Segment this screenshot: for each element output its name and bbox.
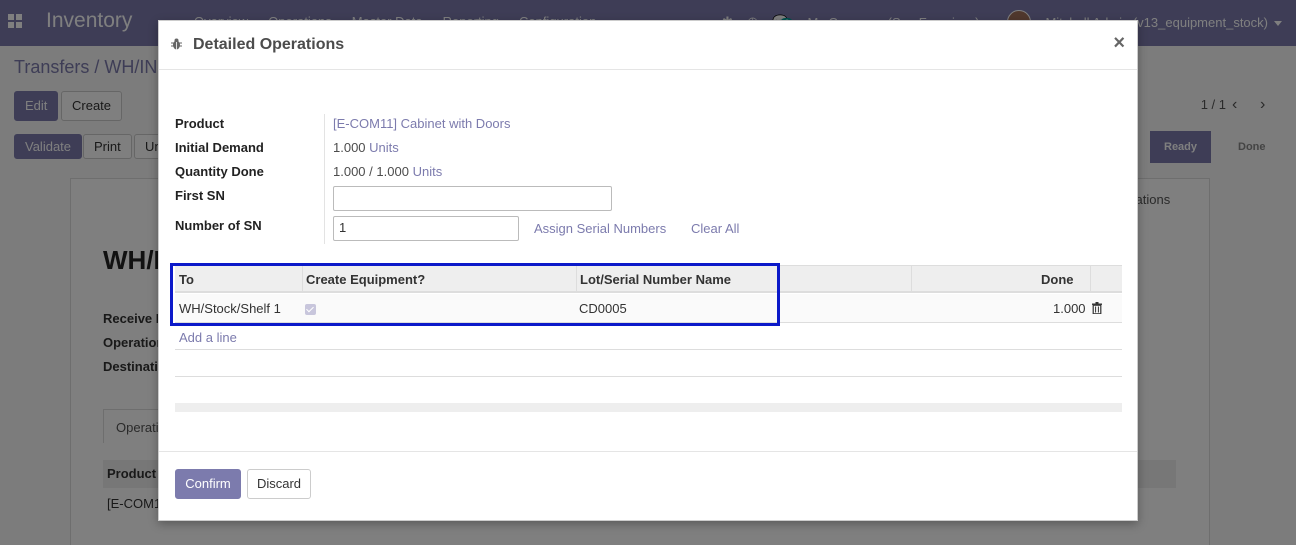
quantity-done-label: Quantity Done <box>175 164 264 179</box>
first-sn-input[interactable] <box>333 186 612 211</box>
confirm-button[interactable]: Confirm <box>175 469 241 499</box>
quantity-done-total: 1.000 <box>376 164 409 179</box>
initial-demand-quantity: 1.000 <box>333 140 366 155</box>
column-divider <box>1090 266 1091 292</box>
column-done[interactable]: Done <box>1041 272 1074 287</box>
dialog-footer: Confirm Discard <box>159 451 1137 521</box>
dialog-header: Detailed Operations × <box>159 21 1137 70</box>
clear-all-button[interactable]: Clear All <box>691 221 739 236</box>
quantity-done-separator: / <box>369 164 373 179</box>
table-footer <box>175 403 1122 412</box>
quantity-done-value: 1.000 / 1.000 Units <box>333 164 442 179</box>
column-divider <box>911 266 912 292</box>
cell-done[interactable]: 1.000 <box>1053 301 1086 316</box>
quantity-done-uom[interactable]: Units <box>413 164 443 179</box>
add-a-line-link[interactable]: Add a line <box>179 330 237 345</box>
product-label: Product <box>175 116 225 131</box>
bug-icon <box>171 38 182 50</box>
assign-serial-numbers-button[interactable]: Assign Serial Numbers <box>534 221 666 236</box>
dialog-title: Detailed Operations <box>193 36 345 53</box>
number-of-sn-input[interactable]: 1 <box>333 216 519 241</box>
discard-button[interactable]: Discard <box>247 469 311 499</box>
detailed-operations-dialog: Detailed Operations × Product [E-COM11] … <box>158 20 1138 521</box>
number-of-sn-label: Number of SN <box>175 218 262 233</box>
empty-row <box>175 376 1122 403</box>
empty-row <box>175 349 1122 376</box>
quantity-done-quantity: 1.000 <box>333 164 366 179</box>
initial-demand-label: Initial Demand <box>175 140 264 155</box>
initial-demand-value: 1.000 Units <box>333 140 399 155</box>
trash-icon[interactable] <box>1092 302 1102 314</box>
close-icon[interactable]: × <box>1113 32 1125 55</box>
first-sn-label: First SN <box>175 188 225 203</box>
highlight-box <box>170 263 780 326</box>
form-divider <box>324 114 325 244</box>
initial-demand-uom[interactable]: Units <box>369 140 399 155</box>
product-link[interactable]: [E-COM11] Cabinet with Doors <box>333 116 511 131</box>
